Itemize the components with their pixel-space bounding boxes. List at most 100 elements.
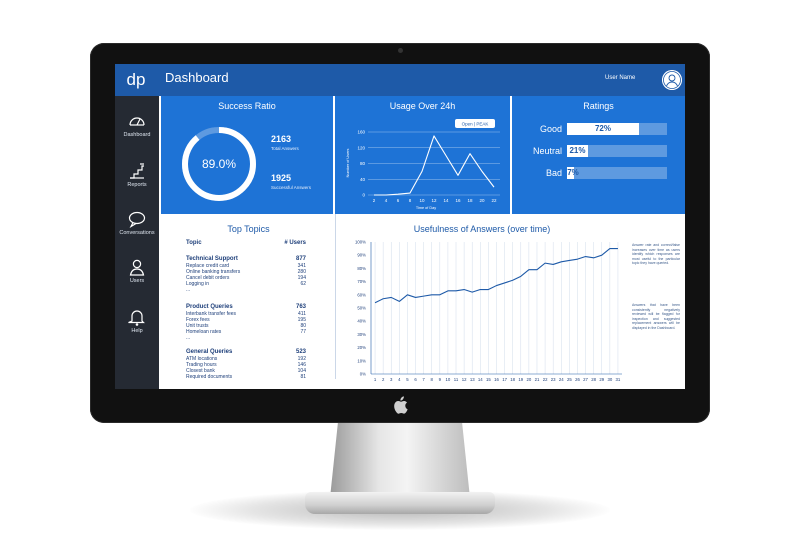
usefulness-xtick: 24 xyxy=(559,377,564,382)
topic-group-total: 763 xyxy=(295,304,306,310)
panel-title: Success Ratio xyxy=(218,101,276,111)
usefulness-xtick: 31 xyxy=(616,377,621,382)
usefulness-xtick: 5 xyxy=(406,377,409,382)
usefulness-xtick: 26 xyxy=(575,377,580,382)
top-bar: dp Dashboard User Name xyxy=(115,64,685,96)
usage-chart: Open | PEAK Number of Users Time of Day … xyxy=(346,119,500,210)
usage-panel: Usage Over 24h Open | PEAK Number of Use… xyxy=(335,96,510,214)
usefulness-ytick: 60% xyxy=(357,292,366,297)
usage-xlabel: Time of Day xyxy=(416,206,436,210)
screen: dp Dashboard User Name Dashboard Reports… xyxy=(115,64,685,389)
sidebar-item-dashboard[interactable]: Dashboard xyxy=(115,112,159,152)
usefulness-ytick: 40% xyxy=(357,319,366,324)
topic-name: ... xyxy=(186,335,191,341)
usefulness-xtick: 8 xyxy=(431,377,434,382)
ratings-panel: Ratings Good 72% Neutral 21% Bad 7% xyxy=(512,96,685,214)
usefulness-note-2: Answers that have been consistently nega… xyxy=(632,303,680,330)
app-logo[interactable]: dp xyxy=(121,68,151,92)
total-answers-value: 2163 xyxy=(271,134,292,144)
sidebar-item-conversations[interactable]: Conversations xyxy=(115,210,159,250)
stairs-chart-icon xyxy=(130,163,144,179)
usefulness-ytick: 0% xyxy=(360,372,366,377)
topic-row[interactable]: ... xyxy=(186,335,306,341)
topic-group-name[interactable]: General Queries xyxy=(186,349,306,356)
usage-xtick: 14 xyxy=(443,198,449,203)
usefulness-ytick: 10% xyxy=(357,358,366,363)
monitor-stand xyxy=(330,418,470,498)
rating-label: Good xyxy=(539,124,562,134)
sidebar: Dashboard Reports Conversations Users He… xyxy=(115,96,159,389)
user-icon xyxy=(129,259,145,276)
usefulness-xtick: 16 xyxy=(494,377,499,382)
bell-icon xyxy=(128,310,145,326)
usefulness-note-1: Answer rate and correct/false increases … xyxy=(632,243,680,265)
rating-bar-track: 21% xyxy=(567,145,667,157)
usefulness-ytick: 100% xyxy=(355,240,366,245)
usefulness-xtick: 25 xyxy=(567,377,572,382)
sidebar-item-label: Reports xyxy=(127,182,147,188)
usefulness-xtick: 6 xyxy=(414,377,417,382)
usage-xtick: 16 xyxy=(455,198,461,203)
sidebar-item-label: Users xyxy=(129,278,145,284)
usefulness-xtick: 2 xyxy=(382,377,385,382)
usage-ytick: 80 xyxy=(360,161,366,166)
usefulness-xtick: 13 xyxy=(470,377,475,382)
sidebar-item-help[interactable]: Help xyxy=(115,308,159,348)
topic-row[interactable]: ... xyxy=(186,287,306,293)
usefulness-xtick: 23 xyxy=(551,377,556,382)
usefulness-ytick: 90% xyxy=(357,253,366,258)
usefulness-xtick: 14 xyxy=(478,377,483,382)
usage-xtick: 4 xyxy=(385,198,388,203)
panel-title: Ratings xyxy=(583,101,614,111)
users-column-header: # Users xyxy=(284,240,306,246)
usefulness-xtick: 29 xyxy=(599,377,604,382)
usefulness-xtick: 4 xyxy=(398,377,401,382)
usage-xtick: 2 xyxy=(373,198,376,203)
topic-row[interactable]: Required documents 81 xyxy=(186,374,306,380)
usefulness-ytick: 80% xyxy=(357,266,366,271)
topic-group-total: 877 xyxy=(295,256,306,262)
user-name[interactable]: User Name xyxy=(605,75,635,81)
usage-xtick: 6 xyxy=(397,198,400,203)
usage-ytick: 0 xyxy=(362,193,365,198)
usage-xtick: 20 xyxy=(479,198,485,203)
topic-group: Product Queries 763 Interbank transfer fee… xyxy=(186,304,306,341)
usefulness-xtick: 20 xyxy=(526,377,531,382)
camera-icon xyxy=(398,48,403,53)
sidebar-item-reports[interactable]: Reports xyxy=(115,162,159,202)
top-topics-title: Top Topics xyxy=(227,224,270,234)
success-ratio-panel: Success Ratio 89.0% 2163 Total Answers 1… xyxy=(161,96,333,214)
usefulness-xtick: 27 xyxy=(583,377,588,382)
monitor-stand-base xyxy=(305,492,495,514)
usage-ytick: 160 xyxy=(357,130,365,135)
avatar-icon[interactable] xyxy=(662,70,682,90)
rating-label: Bad xyxy=(545,168,562,178)
usefulness-xtick: 15 xyxy=(486,377,491,382)
topic-name: Required documents xyxy=(186,374,233,380)
usefulness-chart: 0%10%20%30%40%50%60%70%80%90%100%1 2 3 4 5 6 7… xyxy=(355,240,622,382)
topic-column-header: Topic xyxy=(186,240,202,246)
usefulness-xtick: 18 xyxy=(510,377,515,382)
usefulness-panel: Usefulness of Answers (over time) 0% 10% 2… xyxy=(337,214,685,389)
usefulness-xtick: 1 xyxy=(374,377,377,382)
total-answers-label: Total Answers xyxy=(271,146,299,151)
rating-value: 72% xyxy=(594,124,611,133)
usage-series-line xyxy=(374,135,495,196)
usefulness-xtick: 3 xyxy=(390,377,393,382)
rating-bar-track: 72% xyxy=(567,123,667,135)
usage-ytick: 120 xyxy=(357,145,365,150)
usage-xtick: 12 xyxy=(431,198,437,203)
successful-answers-value: 1925 xyxy=(271,173,292,183)
sidebar-item-label: Help xyxy=(131,328,143,334)
usefulness-xtick: 10 xyxy=(446,377,451,382)
topic-group-name[interactable]: Product Queries xyxy=(186,304,306,311)
successful-answers-label: Successful Answers xyxy=(271,185,312,190)
stage: dp Dashboard User Name Dashboard Reports… xyxy=(0,0,800,548)
rating-value: 21% xyxy=(569,146,586,155)
usage-legend: Open | PEAK xyxy=(462,122,489,127)
topic-group-name[interactable]: Technical Support xyxy=(186,256,306,263)
chat-bubble-icon xyxy=(128,211,146,228)
sidebar-item-users[interactable]: Users xyxy=(115,258,159,298)
page-title: Dashboard xyxy=(165,70,229,85)
speedometer-icon xyxy=(129,117,145,126)
